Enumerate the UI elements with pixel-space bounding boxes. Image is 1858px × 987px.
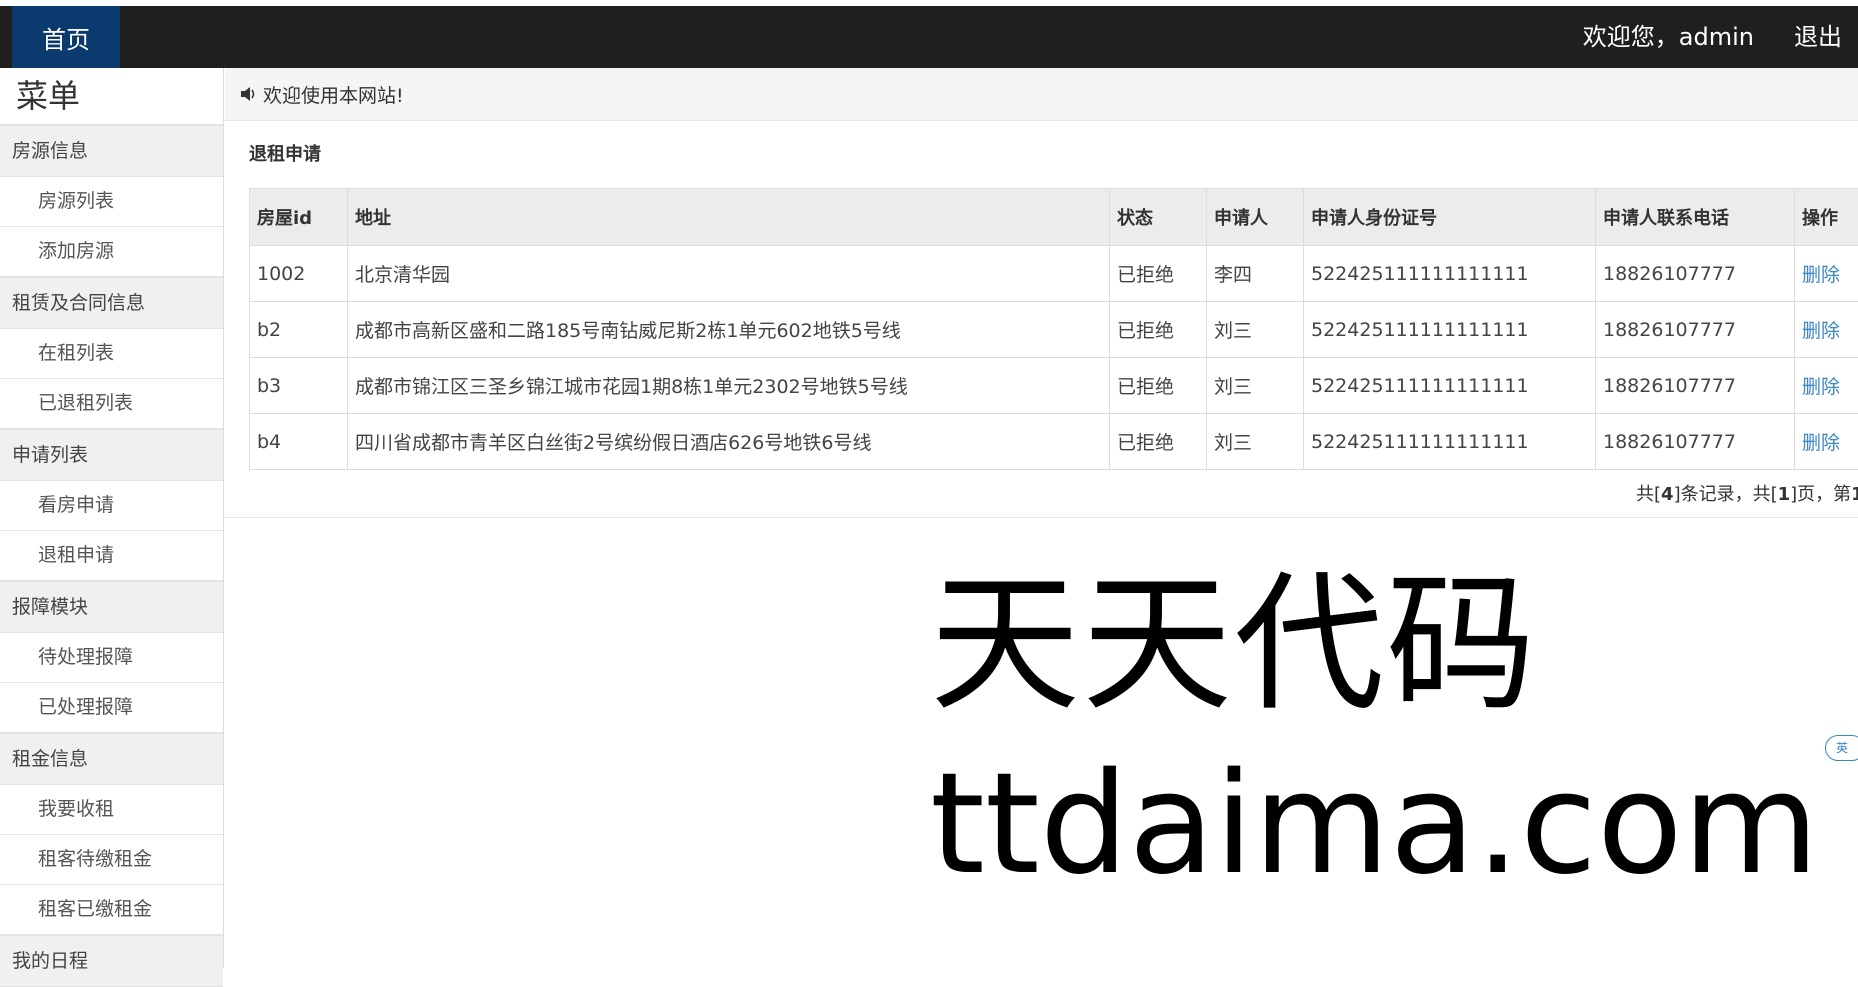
cell-address: 四川省成都市青羊区白丝街2号缤纷假日酒店626号地铁6号线 [348,414,1110,470]
menu-group-schedule[interactable]: 我的日程 [0,935,223,987]
sidebar-item-renting-list[interactable]: 在租列表 [0,329,223,379]
watermark-line2: ttdaima.com [930,745,1819,905]
table-row: 1002 北京清华园 已拒绝 李四 522425111111111111 188… [250,246,1858,302]
cell-id-number: 522425111111111111 [1304,414,1596,470]
delete-link[interactable]: 删除 [1802,320,1840,342]
language-toggle-badge[interactable]: 英 [1825,735,1858,761]
sidebar-item-handled-repairs[interactable]: 已处理报障 [0,683,223,733]
watermark: 天天代码 ttdaima.com [930,565,1819,905]
menu-title: 菜单 [0,68,223,125]
content-divider [225,517,1858,518]
column-header-applicant: 申请人 [1207,189,1304,246]
cell-phone: 18826107777 [1596,414,1795,470]
sidebar-item-checked-out-list[interactable]: 已退租列表 [0,379,223,429]
menu-group-repairs[interactable]: 报障模块 [0,581,223,633]
cell-status: 已拒绝 [1110,414,1207,470]
cell-applicant: 刘三 [1207,358,1304,414]
sidebar-item-pending-repairs[interactable]: 待处理报障 [0,633,223,683]
pager-total-records: 4 [1661,484,1674,505]
sidebar-item-checkout-requests[interactable]: 退租申请 [0,531,223,581]
cell-action: 删除 [1795,246,1858,302]
cell-applicant: 李四 [1207,246,1304,302]
menu-group-listings[interactable]: 房源信息 [0,125,223,177]
column-header-id-number: 申请人身份证号 [1304,189,1596,246]
cell-id-number: 522425111111111111 [1304,358,1596,414]
pager-prefix: 共[ [1636,484,1661,505]
menu-group-applications[interactable]: 申请列表 [0,429,223,481]
column-header-address: 地址 [348,189,1110,246]
cell-house-id: b4 [250,414,348,470]
table-header-row: 房屋id 地址 状态 申请人 申请人身份证号 申请人联系电话 操作 [250,189,1858,246]
cell-applicant: 刘三 [1207,302,1304,358]
cell-action: 删除 [1795,414,1858,470]
home-button[interactable]: 首页 [12,6,120,68]
sidebar-item-add-listing[interactable]: 添加房源 [0,227,223,277]
sidebar-item-collect-rent[interactable]: 我要收租 [0,785,223,835]
cell-phone: 18826107777 [1596,302,1795,358]
delete-link[interactable]: 删除 [1802,376,1840,398]
cell-house-id: b2 [250,302,348,358]
column-header-house-id: 房屋id [250,189,348,246]
sidebar-item-rent-paid[interactable]: 租客已缴租金 [0,885,223,935]
sidebar-item-rent-due[interactable]: 租客待缴租金 [0,835,223,885]
speaker-icon [239,85,257,103]
menu-group-rent[interactable]: 租金信息 [0,733,223,785]
top-navbar: 首页 欢迎您，admin 退出 [0,0,1858,68]
table-row: b2 成都市高新区盛和二路185号南钻威尼斯2栋1单元602地铁5号线 已拒绝 … [250,302,1858,358]
notice-text: 欢迎使用本网站! [263,81,404,108]
column-header-phone: 申请人联系电话 [1596,189,1795,246]
column-header-action: 操作 [1795,189,1858,246]
pager-total-pages: 1 [1778,484,1791,505]
cell-address: 成都市高新区盛和二路185号南钻威尼斯2栋1单元602地铁5号线 [348,302,1110,358]
pager-mid2: ]页，第 [1790,484,1851,505]
cell-status: 已拒绝 [1110,302,1207,358]
cell-id-number: 522425111111111111 [1304,302,1596,358]
menu-group-lease-contract[interactable]: 租赁及合同信息 [0,277,223,329]
cell-address: 成都市锦江区三圣乡锦江城市花园1期8栋1单元2302号地铁5号线 [348,358,1110,414]
cell-action: 删除 [1795,358,1858,414]
pager-current-page: 1 [1851,484,1858,505]
cell-id-number: 522425111111111111 [1304,246,1596,302]
page-title: 退租申请 [249,140,321,166]
notice-bar: 欢迎使用本网站! [225,68,1858,121]
cell-status: 已拒绝 [1110,358,1207,414]
sidebar-menu: 菜单 房源信息 房源列表 添加房源 租赁及合同信息 在租列表 已退租列表 申请列… [0,68,224,968]
cell-house-id: 1002 [250,246,348,302]
checkout-requests-table: 房屋id 地址 状态 申请人 申请人身份证号 申请人联系电话 操作 1002 北… [249,188,1858,470]
cell-applicant: 刘三 [1207,414,1304,470]
table-row: b3 成都市锦江区三圣乡锦江城市花园1期8栋1单元2302号地铁5号线 已拒绝 … [250,358,1858,414]
watermark-line1: 天天代码 [930,565,1819,725]
table-row: b4 四川省成都市青羊区白丝街2号缤纷假日酒店626号地铁6号线 已拒绝 刘三 … [250,414,1858,470]
cell-action: 删除 [1795,302,1858,358]
column-header-status: 状态 [1110,189,1207,246]
delete-link[interactable]: 删除 [1802,432,1840,454]
cell-address: 北京清华园 [348,246,1110,302]
pager-mid1: ]条记录，共[ [1674,484,1778,505]
cell-status: 已拒绝 [1110,246,1207,302]
cell-phone: 18826107777 [1596,358,1795,414]
sidebar-item-viewing-requests[interactable]: 看房申请 [0,481,223,531]
logout-link[interactable]: 退出 [1794,6,1842,68]
sidebar-item-listing-list[interactable]: 房源列表 [0,177,223,227]
welcome-text: 欢迎您，admin [1583,6,1754,68]
delete-link[interactable]: 删除 [1802,264,1840,286]
cell-phone: 18826107777 [1596,246,1795,302]
cell-house-id: b3 [250,358,348,414]
pagination-summary: 共[4]条记录，共[1]页，第1页 [1636,480,1858,506]
